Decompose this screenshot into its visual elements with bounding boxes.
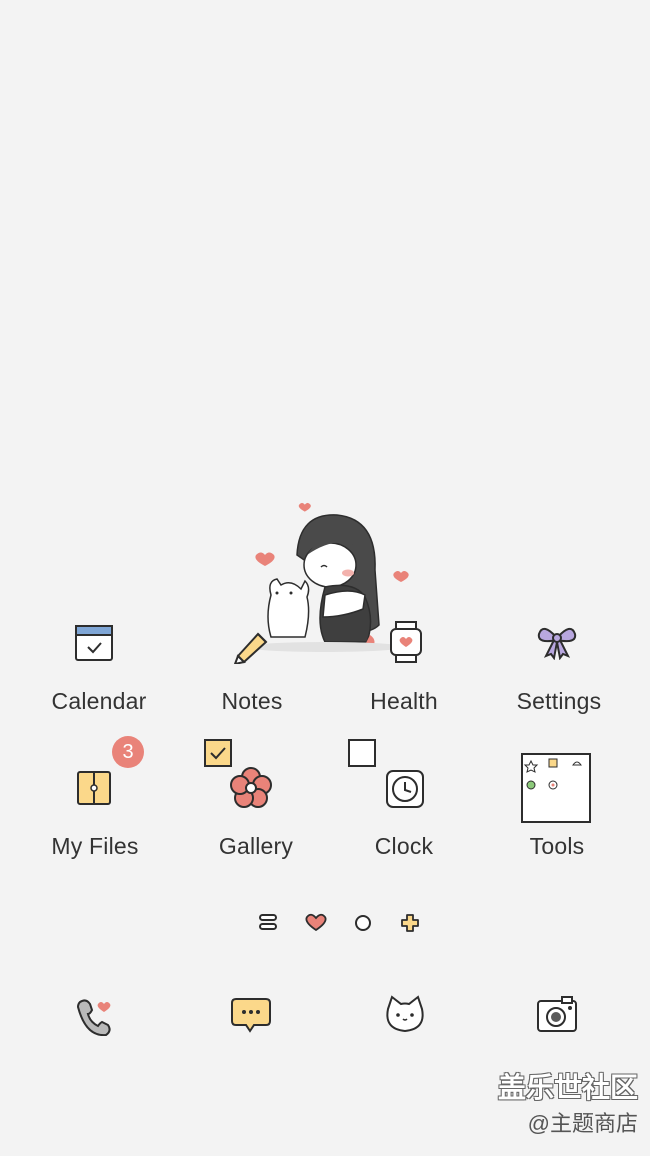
app-label-my-files[interactable]: My Files [20,833,170,860]
app-label-gallery[interactable]: Gallery [181,833,331,860]
flower-icon[interactable] [230,767,272,814]
checkbox-checked-icon[interactable] [203,738,233,773]
app-label-calendar[interactable]: Calendar [24,688,174,715]
checkbox-empty-icon[interactable] [347,738,379,773]
app-label-tools[interactable]: Tools [482,833,632,860]
menu-lines-icon[interactable] [259,913,277,936]
plus-icon[interactable] [400,913,420,938]
cat-face-icon[interactable] [384,995,426,1040]
heart-icon[interactable] [305,913,327,936]
ribbon-bow-icon[interactable] [536,624,578,665]
app-label-settings[interactable]: Settings [484,688,634,715]
app-label-clock[interactable]: Clock [329,833,479,860]
watch-heart-icon[interactable] [386,620,426,669]
watermark-title: 盖乐世社区 [497,1072,638,1103]
camera-icon[interactable] [536,995,578,1040]
calendar-icon[interactable] [74,624,114,667]
folder-file-icon[interactable] [76,768,112,811]
circle-icon[interactable] [354,914,372,937]
app-label-notes[interactable]: Notes [177,688,327,715]
watermark-subtitle: @主题商店 [527,1111,638,1136]
phone-heart-icon[interactable] [74,996,114,1041]
clock-icon[interactable] [385,769,425,814]
app-label-health[interactable]: Health [329,688,479,715]
notification-badge: 3 [112,736,144,768]
chat-bubble-icon[interactable] [230,995,272,1040]
tools-folder-icon[interactable] [521,753,591,828]
pencil-icon[interactable] [230,620,274,669]
